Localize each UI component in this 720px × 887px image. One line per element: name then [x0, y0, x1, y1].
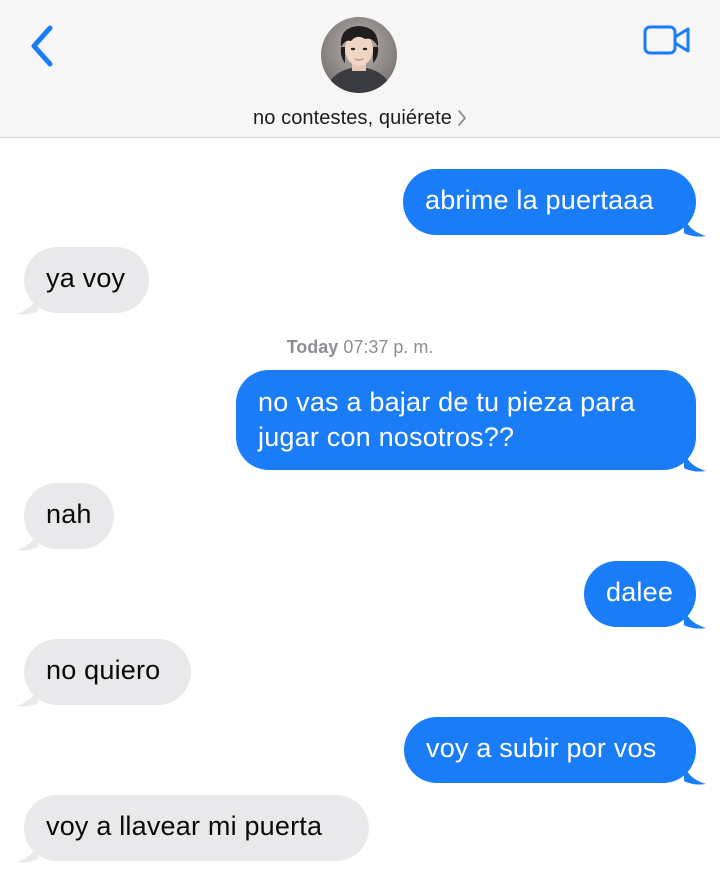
contact-name-button[interactable]: no contestes, quiérete	[0, 104, 720, 132]
video-call-button[interactable]	[643, 24, 691, 56]
contact-name: no contestes, quiérete	[253, 106, 452, 129]
bubble-tail	[16, 528, 38, 551]
message-text: dalee	[606, 577, 674, 607]
video-camera-icon	[643, 25, 690, 55]
message-bubble-incoming[interactable]: no quiero	[24, 639, 191, 705]
timestamp-time: 07:37 p. m.	[343, 337, 434, 357]
message-text: nah	[46, 499, 92, 529]
back-button[interactable]	[26, 22, 60, 70]
message-bubble-outgoing[interactable]: no vas a bajar de tu pieza para jugar co…	[236, 370, 696, 470]
message-text-line: no vas a bajar de tu pieza para	[258, 387, 635, 417]
timestamp-day: Today	[286, 337, 339, 357]
message-text: voy a llavear mi puerta	[46, 811, 323, 841]
bubble-tail	[684, 449, 706, 472]
message-bubble-outgoing[interactable]: voy a subir por vos	[404, 717, 696, 783]
message-text-line: jugar con nosotros??	[258, 422, 515, 452]
bubble-tail	[684, 606, 706, 629]
bubble-tail	[16, 840, 38, 863]
conversation-header: no contestes, quiérete	[0, 0, 720, 138]
contact-avatar[interactable]	[321, 17, 397, 93]
timestamp: Today 07:37 p. m.	[0, 337, 720, 358]
message-text: no quiero	[46, 655, 161, 685]
message-bubble-outgoing[interactable]: abrime la puertaaa	[403, 169, 696, 235]
bubble-tail	[684, 214, 706, 237]
message-bubble-incoming[interactable]: ya voy	[24, 247, 149, 313]
chevron-left-icon	[31, 25, 53, 67]
message-bubble-outgoing[interactable]: dalee	[584, 561, 696, 627]
bubble-tail	[16, 292, 38, 315]
message-text: abrime la puertaaa	[425, 185, 654, 215]
bubble-tail	[684, 762, 706, 785]
message-text: voy a subir por vos	[426, 733, 657, 763]
message-text: ya voy	[46, 263, 126, 293]
chevron-right-icon	[458, 110, 466, 126]
bubble-tail	[16, 684, 38, 707]
message-bubble-incoming[interactable]: voy a llavear mi puerta	[24, 795, 369, 861]
avatar-photo	[321, 17, 397, 93]
